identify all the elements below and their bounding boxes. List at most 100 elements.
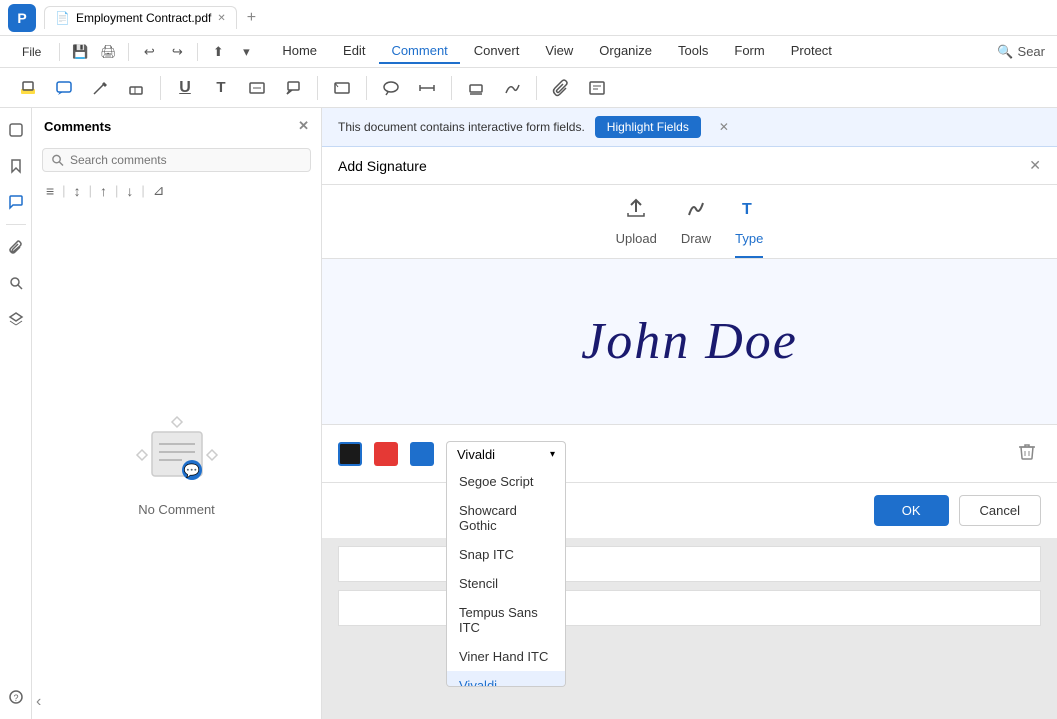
sig-tab-type-label: Type [735, 231, 763, 246]
attach-tool[interactable] [545, 72, 577, 104]
font-option-stencil[interactable]: Stencil [447, 569, 565, 598]
color-red-swatch[interactable] [374, 442, 398, 466]
search-nav[interactable]: 🔍 Sear [997, 44, 1045, 60]
menu-separator-1 [59, 43, 60, 61]
font-option-snap-itc[interactable]: Snap ITC [447, 540, 565, 569]
callout-tool[interactable] [277, 72, 309, 104]
menu-separator-3 [197, 43, 198, 61]
font-dropdown-list: Segoe Script Showcard Gothic Snap ITC St… [446, 467, 566, 687]
sig-tab-draw[interactable]: Draw [681, 197, 711, 258]
sidebar-home-icon[interactable] [2, 116, 30, 144]
sidebar-bottom-help: ? [2, 683, 30, 711]
signature-tabs: Upload Draw T Type [322, 185, 1057, 259]
sidebar-comment-icon[interactable] [2, 188, 30, 216]
highlight-fields-button[interactable]: Highlight Fields [595, 116, 701, 138]
file-menu[interactable]: File [12, 41, 51, 63]
toolbar-sep-2 [317, 76, 318, 100]
redo-icon[interactable]: ↪ [165, 40, 189, 64]
nav-convert[interactable]: Convert [462, 39, 532, 64]
sig-tab-type[interactable]: T Type [735, 197, 763, 258]
signature-title: Add Signature [338, 158, 427, 174]
sidebar-bookmark-icon[interactable] [2, 152, 30, 180]
stamp-tool[interactable] [460, 72, 492, 104]
signature-close-button[interactable]: ✕ [1029, 157, 1041, 174]
sig-tab-upload[interactable]: Upload [616, 197, 657, 258]
font-select-button[interactable]: Vivaldi ▾ [446, 441, 566, 467]
color-black-swatch[interactable] [338, 442, 362, 466]
nav-tools[interactable]: Tools [666, 39, 720, 64]
new-tab-button[interactable]: + [241, 7, 262, 29]
more-icon[interactable]: ▾ [234, 40, 258, 64]
comments-sidebar-header: Comments ✕ [32, 108, 321, 144]
comment-sort-icon[interactable]: ≡ [42, 181, 58, 201]
sidebar-collapse-btn[interactable]: ‹ [36, 693, 41, 711]
font-option-showcard-gothic[interactable]: Showcard Gothic [447, 496, 565, 540]
underline-tool[interactable]: U [169, 72, 201, 104]
textbox-tool[interactable] [241, 72, 273, 104]
speech-bubble-tool[interactable] [375, 72, 407, 104]
color-blue-swatch[interactable] [410, 442, 434, 466]
undo-icon[interactable]: ↩ [137, 40, 161, 64]
nav-protect[interactable]: Protect [779, 39, 844, 64]
tab-close-button[interactable]: ✕ [217, 13, 225, 24]
font-option-vivaldi[interactable]: Vivaldi [447, 671, 565, 687]
no-comment-label: No Comment [138, 502, 215, 517]
text-tool[interactable]: T [205, 72, 237, 104]
notif-close-button[interactable]: ✕ [719, 120, 729, 134]
comment-box-tool[interactable] [48, 72, 80, 104]
pen-tool[interactable] [84, 72, 116, 104]
comment-sort-az-icon[interactable]: ↕ [70, 181, 85, 201]
comments-sidebar-close[interactable]: ✕ [298, 118, 309, 134]
shape-tool[interactable] [326, 72, 358, 104]
document-area: This document contains interactive form … [322, 108, 1057, 719]
comment-sort-up-icon[interactable]: ↑ [96, 181, 111, 201]
top-bar: P 📄 Employment Contract.pdf ✕ + [0, 0, 1057, 36]
sig-tab-upload-label: Upload [616, 231, 657, 246]
edit-text-tool[interactable] [581, 72, 613, 104]
font-option-segoe-script[interactable]: Segoe Script [447, 467, 565, 496]
comment-sort-down-icon[interactable]: ↓ [122, 181, 137, 201]
notif-message: This document contains interactive form … [338, 120, 585, 134]
cancel-button[interactable]: Cancel [959, 495, 1041, 526]
share-icon[interactable]: ⬆ [206, 40, 230, 64]
font-option-viner-hand-itc[interactable]: Viner Hand ITC [447, 642, 565, 671]
nav-home[interactable]: Home [270, 39, 329, 64]
font-dropdown: Vivaldi ▾ Segoe Script Showcard Gothic S… [446, 441, 566, 467]
comment-filter-icon[interactable]: ⊿ [149, 180, 169, 201]
nav-view[interactable]: View [533, 39, 585, 64]
menu-separator-2 [128, 43, 129, 61]
left-icon-sidebar: ? [0, 108, 32, 719]
doc-row-2 [338, 590, 1041, 626]
search-comments-icon [51, 153, 64, 167]
highlight-tool[interactable] [12, 72, 44, 104]
print-icon[interactable]: 🖨 [96, 40, 120, 64]
sig-tab-draw-label: Draw [681, 231, 711, 246]
nav-organize[interactable]: Organize [587, 39, 664, 64]
active-tab[interactable]: 📄 Employment Contract.pdf ✕ [44, 6, 237, 29]
signature-header: Add Signature ✕ [322, 147, 1057, 185]
nav-form[interactable]: Form [722, 39, 776, 64]
nav-edit[interactable]: Edit [331, 39, 377, 64]
sign-tool[interactable] [496, 72, 528, 104]
tab-pdf-icon: 📄 [55, 11, 70, 25]
ok-button[interactable]: OK [874, 495, 949, 526]
sidebar-search-icon[interactable] [2, 269, 30, 297]
svg-text:T: T [742, 201, 752, 218]
chevron-down-icon: ▾ [550, 449, 555, 460]
sidebar-attach-icon[interactable] [2, 233, 30, 261]
nav-comment[interactable]: Comment [379, 39, 459, 64]
sidebar-help-icon[interactable]: ? [2, 683, 30, 711]
search-nav-icon: 🔍 [997, 44, 1013, 60]
measure-tool[interactable] [411, 72, 443, 104]
signature-controls: Vivaldi ▾ Segoe Script Showcard Gothic S… [322, 424, 1057, 482]
sidebar-layers-icon[interactable] [2, 305, 30, 333]
search-comments-bar[interactable] [42, 148, 311, 172]
font-option-tempus-sans-itc[interactable]: Tempus Sans ITC [447, 598, 565, 642]
eraser-tool[interactable] [120, 72, 152, 104]
no-comment-area: 💬 No Comment [32, 209, 321, 719]
svg-text:?: ? [13, 693, 18, 703]
search-comments-input[interactable] [70, 153, 302, 167]
save-icon[interactable]: 💾 [68, 40, 92, 64]
clear-signature-button[interactable] [1013, 437, 1041, 470]
main-area: ? Comments ✕ ≡ | ↕ | ↑ | ↓ | ⊿ [0, 108, 1057, 719]
